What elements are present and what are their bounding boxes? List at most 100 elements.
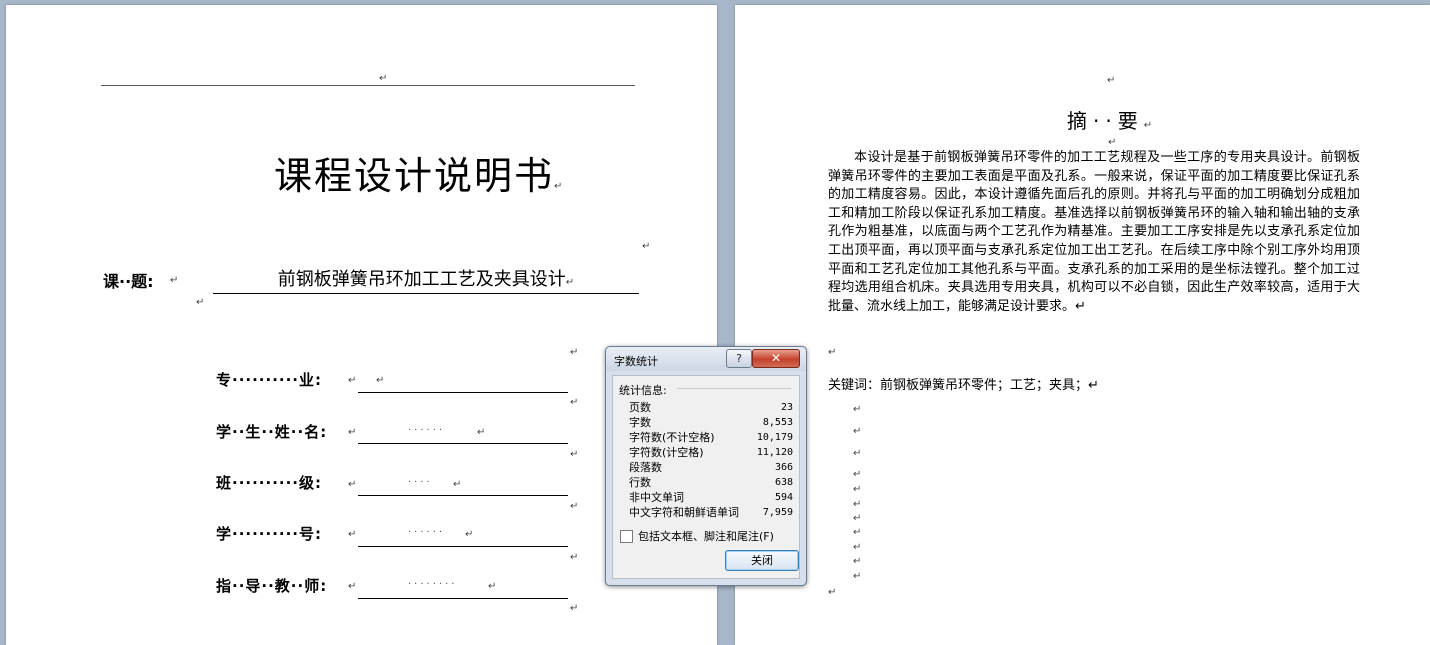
field-line-advisor[interactable]	[358, 597, 568, 599]
abstract-title-text: 摘··要	[1067, 109, 1144, 133]
field-label-class: 班··········级:	[216, 474, 322, 492]
abstract-title: 摘··要↵	[1067, 105, 1158, 134]
group-divider	[677, 388, 791, 389]
include-textboxes-footnotes-option[interactable]: 包括文本框、脚注和尾注(F)	[620, 528, 774, 544]
include-textboxes-label: 包括文本框、脚注和尾注(F)	[638, 530, 774, 543]
topic-value-text: 前钢板弹簧吊环加工工艺及夹具设计	[277, 269, 566, 290]
paragraph-mark: ↵	[828, 347, 837, 358]
field-dots-advisor: ········	[408, 579, 458, 590]
paragraph-mark: ↵	[376, 375, 385, 386]
field-dots-student-id: ······	[408, 527, 446, 538]
stat-value: 11,120	[756, 447, 793, 458]
paragraph-mark: ↵	[853, 571, 862, 582]
paragraph-mark: ↵	[853, 426, 862, 437]
stat-row-characters-no-spaces: 字符数(不计空格) 10,179	[629, 430, 793, 445]
help-button[interactable]: ?	[726, 349, 752, 368]
paragraph-mark: ↵	[196, 297, 205, 308]
dialog-titlebar[interactable]: 字数统计 ? ✕	[606, 347, 806, 371]
paragraph-mark: ↵	[853, 484, 862, 495]
stat-label: 字数	[629, 416, 651, 429]
paragraph-mark: ↵	[1143, 120, 1159, 131]
stat-value: 8,553	[762, 417, 793, 428]
paragraph-mark: ↵	[465, 529, 474, 540]
paragraph-mark: ↵	[853, 499, 862, 510]
word-count-dialog[interactable]: 字数统计 ? ✕ 统计信息: 页数 23 字数 8,553 字符数(不计空格) …	[605, 346, 807, 586]
paragraph-mark: ↵	[554, 181, 565, 192]
paragraph-mark: ↵	[379, 73, 388, 84]
field-label-student-id: 学··········号:	[216, 525, 322, 543]
paragraph-mark: ↵	[853, 404, 862, 415]
field-line-student-name[interactable]	[358, 442, 568, 444]
document-title: 课程设计说明书↵	[274, 145, 564, 200]
stat-row-words: 字数 8,553	[629, 415, 793, 430]
paragraph-mark: ↵	[570, 449, 579, 460]
paragraph-mark: ↵	[828, 587, 837, 598]
field-label-student-name: 学··生··姓··名:	[216, 423, 328, 441]
stat-label: 字符数(不计空格)	[629, 431, 715, 444]
field-label-advisor: 指··导··教··师:	[216, 577, 328, 595]
stat-value: 23	[780, 402, 793, 413]
paragraph-mark: ↵	[853, 542, 862, 553]
paragraph-mark: ↵	[570, 552, 579, 563]
stat-row-pages: 页数 23	[629, 400, 793, 415]
stat-row-paragraphs: 段落数 366	[629, 460, 793, 475]
dialog-title: 字数统计	[614, 355, 658, 368]
paragraph-mark: ↵	[1107, 75, 1116, 86]
field-dots-class: ····	[408, 477, 433, 488]
paragraph-mark: ↵	[170, 275, 179, 286]
stat-label: 行数	[629, 476, 651, 489]
topic-value: 前钢板弹簧吊环加工工艺及夹具设计↵	[213, 265, 639, 294]
stat-value: 366	[774, 462, 793, 473]
paragraph-mark: ↵	[853, 527, 862, 538]
stat-row-cjk-characters: 中文字符和朝鲜语单词 7,959	[629, 505, 793, 520]
paragraph-mark: ↵	[488, 581, 497, 592]
paragraph-mark: ↵	[565, 277, 575, 288]
stat-row-characters-with-spaces: 字符数(计空格) 11,120	[629, 445, 793, 460]
stat-label: 页数	[629, 401, 651, 414]
stat-label: 字符数(计空格)	[629, 446, 704, 459]
field-line-major[interactable]	[358, 391, 568, 393]
paragraph-mark: ↵	[642, 241, 651, 252]
statistics-list: 页数 23 字数 8,553 字符数(不计空格) 10,179 字符数(计空格)…	[629, 400, 793, 520]
abstract-body: 本设计是基于前钢板弹簧吊环零件的加工工艺规程及一些工序的专用夹具设计。前钢板弹簧…	[828, 150, 1360, 314]
paragraph-mark: ↵	[570, 397, 579, 408]
close-button[interactable]: 关闭	[725, 550, 799, 571]
paragraph-mark: ↵	[853, 469, 862, 480]
paragraph-mark: ↵	[477, 427, 486, 438]
paragraph-mark: ↵	[853, 513, 862, 524]
paragraph-mark: ↵	[348, 529, 357, 540]
field-label-major: 专··········业:	[216, 371, 322, 389]
paragraph-mark: ↵	[570, 347, 579, 358]
stat-label: 段落数	[629, 461, 662, 474]
paragraph-mark: ↵	[453, 479, 462, 490]
stat-row-non-chinese-words: 非中文单词 594	[629, 490, 793, 505]
field-line-student-id[interactable]	[358, 545, 568, 547]
dialog-body: 统计信息: 页数 23 字数 8,553 字符数(不计空格) 10,179 字符…	[612, 375, 800, 579]
paragraph-mark: ↵	[853, 448, 862, 459]
close-icon: ✕	[770, 351, 782, 365]
stat-label: 非中文单词	[629, 491, 684, 504]
stat-value: 10,179	[756, 432, 793, 443]
include-textboxes-checkbox[interactable]	[620, 529, 633, 543]
close-window-button[interactable]: ✕	[752, 349, 800, 368]
stat-row-lines: 行数 638	[629, 475, 793, 490]
paragraph-mark: ↵	[1108, 137, 1117, 148]
topic-label: 课··题:	[103, 272, 154, 291]
paragraph-mark: ↵	[348, 375, 357, 386]
paragraph-mark: ↵	[853, 556, 862, 567]
paragraph-mark: ↵	[348, 427, 357, 438]
statistics-group-label: 统计信息:	[619, 384, 667, 397]
stat-value: 594	[774, 492, 793, 503]
field-line-class[interactable]	[358, 494, 568, 496]
paragraph-mark: ↵	[348, 479, 357, 490]
document-title-text: 课程设计说明书	[274, 154, 555, 198]
paragraph-mark: ↵	[570, 501, 579, 512]
header-rule	[101, 85, 635, 86]
stat-value: 638	[774, 477, 793, 488]
help-icon: ?	[736, 352, 742, 365]
paragraph-mark: ↵	[348, 581, 357, 592]
stat-value: 7,959	[762, 507, 793, 518]
stat-label: 中文字符和朝鲜语单词	[629, 506, 739, 519]
field-dots-student-name: ······	[408, 425, 446, 436]
document-page-right[interactable]: ↵ 摘··要↵ ↵ 本设计是基于前钢板弹簧吊环零件的加工工艺规程及一些工序的专用…	[735, 5, 1430, 645]
